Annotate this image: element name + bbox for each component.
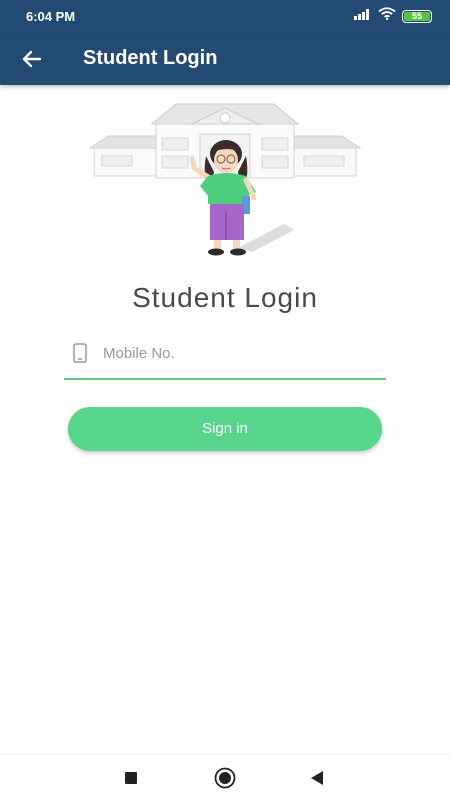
page-title: Student Login	[83, 47, 218, 69]
arrow-left-icon	[22, 50, 42, 68]
back-button[interactable]	[14, 45, 50, 73]
battery-icon: 55	[402, 9, 432, 23]
phone-icon	[73, 343, 87, 368]
login-heading: Student Login	[132, 282, 318, 313]
home-circle-icon[interactable]	[214, 767, 236, 789]
mobile-input[interactable]	[103, 339, 373, 367]
wifi-icon	[378, 7, 396, 25]
signin-button[interactable]: Sign in	[68, 407, 382, 451]
mobile-input-underline	[64, 378, 386, 380]
signal-icon	[354, 7, 372, 25]
status-time: 6:04 PM	[26, 9, 76, 24]
school-student-illustration	[88, 100, 362, 260]
app-bar: Student Login	[0, 33, 450, 85]
status-icons: 55	[354, 7, 432, 25]
system-nav-bar	[0, 754, 450, 800]
mobile-field[interactable]	[64, 333, 386, 381]
status-bar: 6:04 PM 55	[0, 0, 450, 33]
battery-level: 55	[411, 11, 422, 21]
back-triangle-icon[interactable]	[306, 767, 328, 789]
recents-square-icon[interactable]	[120, 767, 142, 789]
